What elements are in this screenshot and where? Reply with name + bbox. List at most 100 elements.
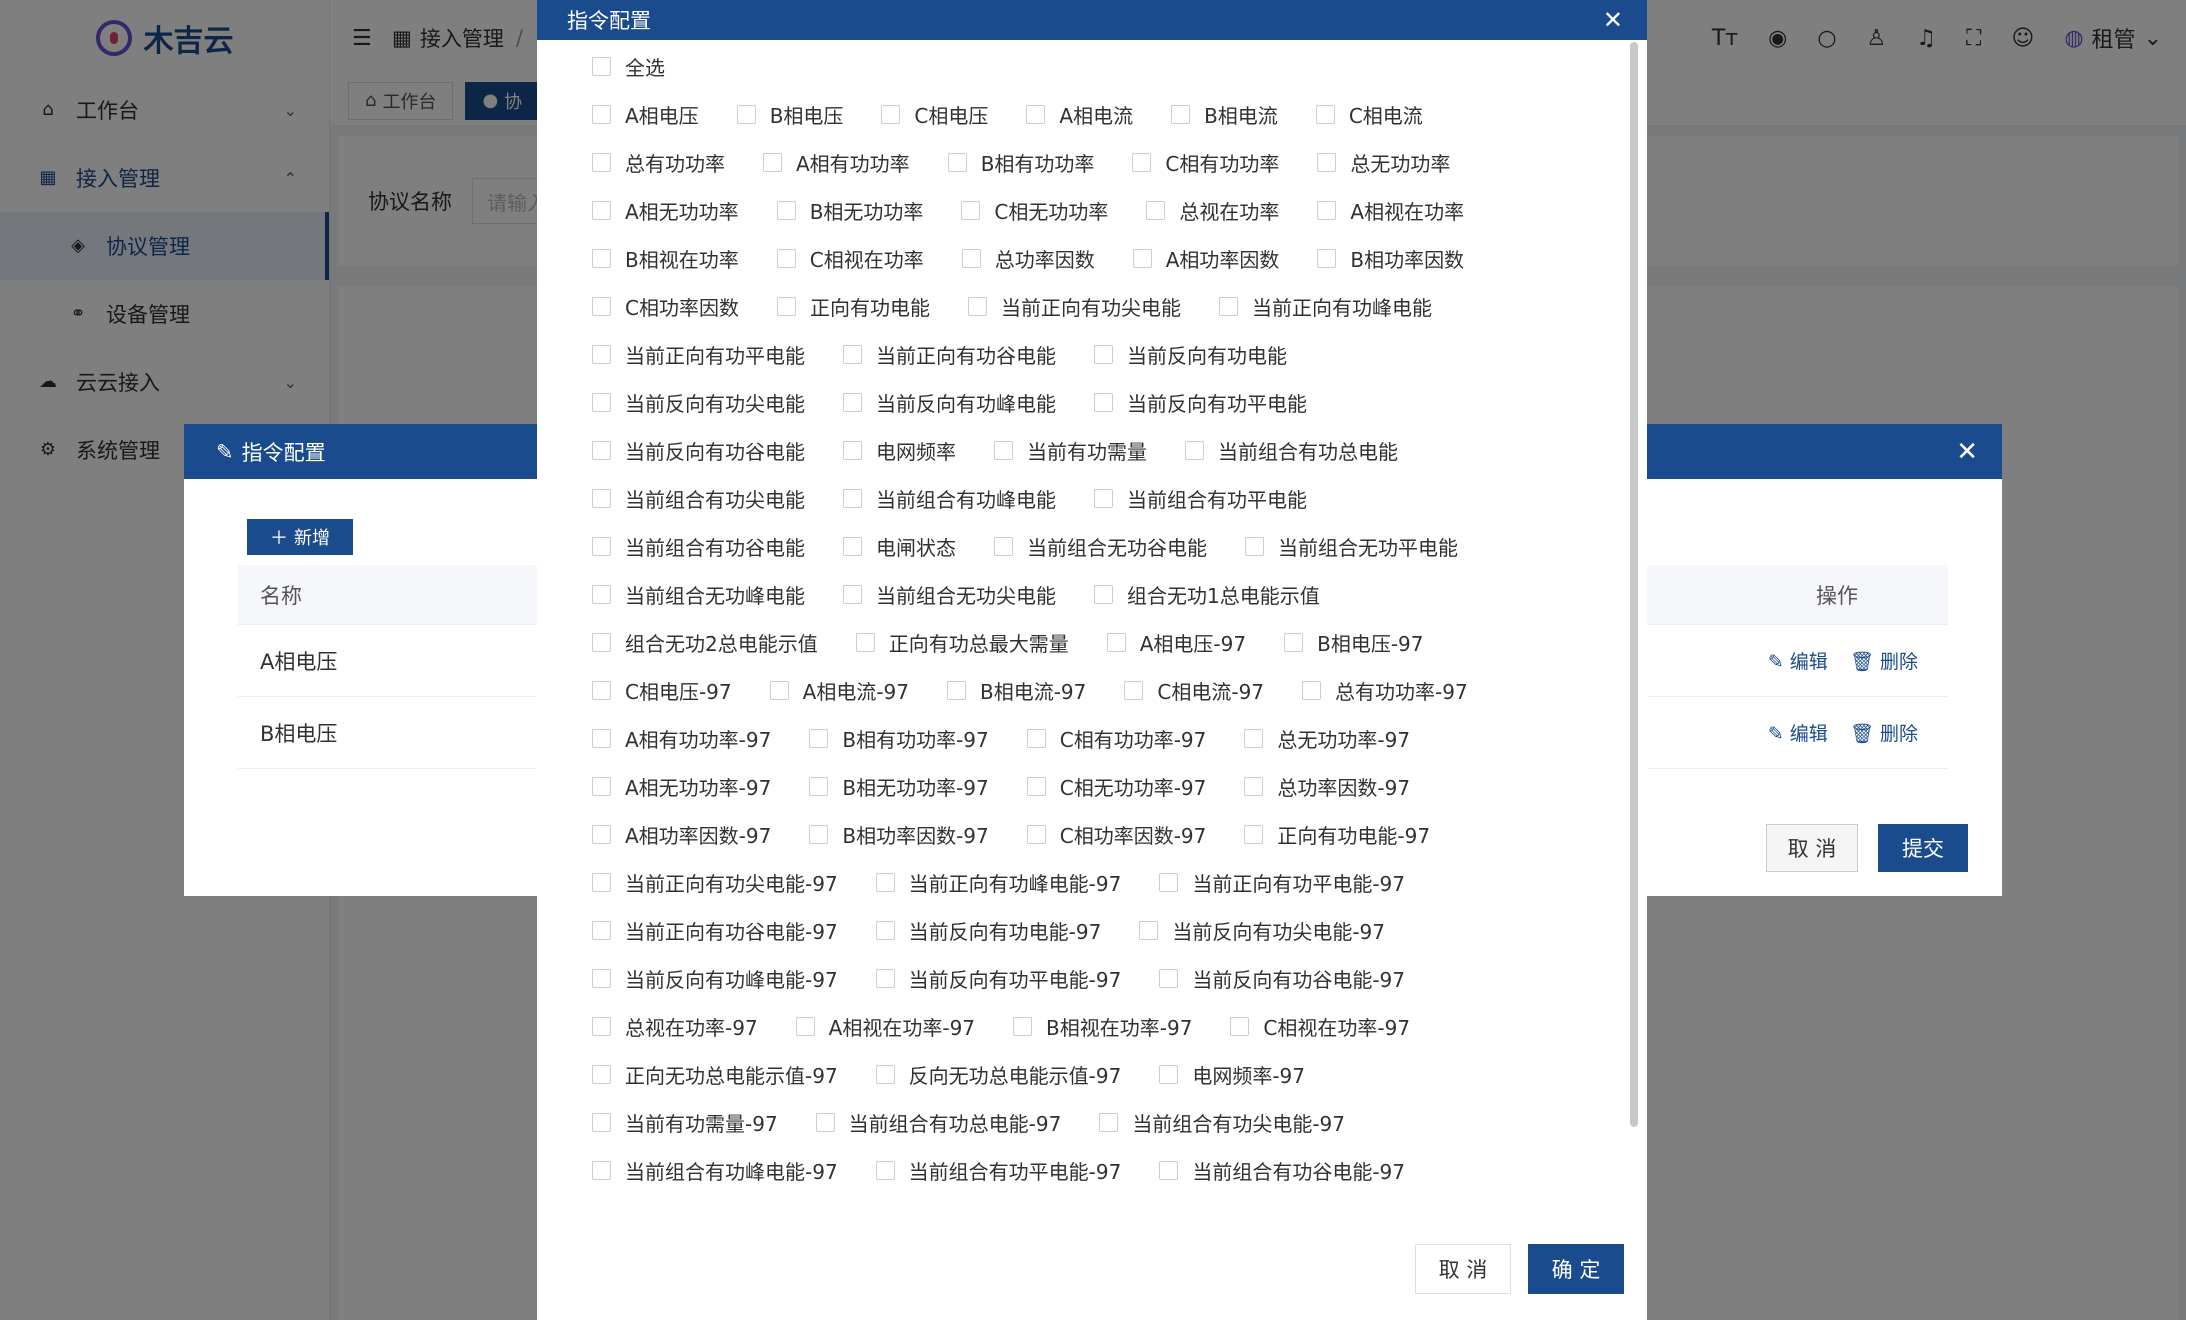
checkbox-box[interactable] <box>967 296 987 316</box>
checkbox-box[interactable] <box>1026 728 1046 748</box>
select-all-checkbox[interactable]: 全选 <box>592 52 665 81</box>
command-checkbox[interactable]: C相电压 <box>881 100 988 129</box>
checkbox-box[interactable] <box>947 680 966 700</box>
checkbox-box[interactable] <box>1124 680 1144 700</box>
checkbox-box[interactable] <box>1159 1064 1179 1084</box>
checkbox-box[interactable] <box>592 776 611 796</box>
checkbox-box[interactable] <box>1284 632 1304 652</box>
scrollbar[interactable] <box>1629 42 1639 1232</box>
command-checkbox[interactable]: 当前组合有功峰电能-97 <box>592 1156 838 1185</box>
command-checkbox[interactable]: 当前组合有功谷电能 <box>592 532 805 561</box>
checkbox-box[interactable] <box>843 488 862 508</box>
checkbox-box[interactable] <box>1244 728 1264 748</box>
checkbox-box[interactable] <box>1094 488 1113 508</box>
command-checkbox[interactable]: A相有功功率-97 <box>592 724 771 753</box>
checkbox-box[interactable] <box>809 728 829 748</box>
submit-button[interactable]: 提交 <box>1878 824 1968 872</box>
checkbox-box[interactable] <box>592 200 611 220</box>
command-checkbox[interactable]: 当前正向有功平电能 <box>592 340 805 369</box>
command-checkbox[interactable]: 电网频率 <box>843 436 956 465</box>
command-checkbox[interactable]: 电闸状态 <box>843 532 956 561</box>
command-checkbox[interactable]: 总功率因数-97 <box>1244 772 1410 801</box>
checkbox-box[interactable] <box>592 824 611 844</box>
command-checkbox[interactable]: C相电压-97 <box>592 676 732 705</box>
checkbox-box[interactable] <box>1094 584 1113 604</box>
checkbox-box[interactable] <box>592 248 611 268</box>
scrollbar-thumb[interactable] <box>1630 42 1638 1127</box>
checkbox-box[interactable] <box>1094 392 1113 412</box>
command-checkbox[interactable]: 当前正向有功峰电能-97 <box>875 868 1121 897</box>
checkbox-box[interactable] <box>855 632 875 652</box>
command-checkbox[interactable]: B相视在功率 <box>592 244 739 273</box>
checkbox-box[interactable] <box>843 536 862 556</box>
checkbox-box[interactable] <box>994 440 1013 460</box>
checkbox-box[interactable] <box>1094 344 1113 364</box>
command-checkbox[interactable]: 正向有功总最大需量 <box>855 628 1069 657</box>
checkbox-box[interactable] <box>1230 1016 1250 1036</box>
checkbox-box[interactable] <box>1245 536 1264 556</box>
command-checkbox[interactable]: 当前反向有功尖电能-97 <box>1139 916 1385 945</box>
command-checkbox[interactable]: 当前组合有功尖电能 <box>592 484 805 513</box>
command-checkbox[interactable]: A相功率因数-97 <box>592 820 771 849</box>
checkbox-box[interactable] <box>1171 104 1191 124</box>
command-checkbox[interactable]: B相电流-97 <box>947 676 1086 705</box>
command-checkbox[interactable]: C相电流 <box>1315 100 1423 129</box>
checkbox-box[interactable] <box>961 200 981 220</box>
command-checkbox[interactable]: A相电流 <box>1026 100 1133 129</box>
checkbox-box[interactable] <box>809 824 829 844</box>
cancel-button[interactable]: 取 消 <box>1766 824 1858 872</box>
command-checkbox[interactable]: A相电流-97 <box>769 676 909 705</box>
command-checkbox[interactable]: 当前正向有功尖电能 <box>967 292 1181 321</box>
command-checkbox[interactable]: C相视在功率-97 <box>1230 1012 1410 1041</box>
checkbox-box[interactable] <box>1159 968 1179 988</box>
command-checkbox[interactable]: B相无功功率 <box>776 196 923 225</box>
command-checkbox[interactable]: C相功率因数 <box>592 292 739 321</box>
checkbox-box[interactable] <box>592 680 611 700</box>
command-checkbox[interactable]: 当前反向有功峰电能-97 <box>592 964 838 993</box>
checkbox-box[interactable] <box>1317 200 1337 220</box>
checkbox-box[interactable] <box>592 1064 611 1084</box>
checkbox-box[interactable] <box>592 104 611 124</box>
command-checkbox[interactable]: B相电流 <box>1171 100 1278 129</box>
command-checkbox[interactable]: 当前正向有功谷电能 <box>843 340 1056 369</box>
checkbox-box[interactable] <box>592 920 611 940</box>
command-checkbox[interactable]: 当前组合有功总电能 <box>1185 436 1398 465</box>
command-checkbox[interactable]: 当前正向有功尖电能-97 <box>592 868 838 897</box>
command-checkbox[interactable]: B相功率因数 <box>1317 244 1464 273</box>
checkbox-box[interactable] <box>1026 104 1046 124</box>
delete-button[interactable]: 🗑 删除 <box>1850 647 1918 674</box>
checkbox-box[interactable] <box>776 296 796 316</box>
checkbox-box[interactable] <box>763 152 782 172</box>
checkbox-box[interactable] <box>736 104 756 124</box>
checkbox-box[interactable] <box>947 152 967 172</box>
checkbox-box[interactable] <box>1159 872 1179 892</box>
checkbox-box[interactable] <box>994 536 1013 556</box>
checkbox-box[interactable] <box>875 872 895 892</box>
checkbox-box[interactable] <box>592 584 611 604</box>
command-checkbox[interactable]: C相有功功率-97 <box>1026 724 1206 753</box>
command-checkbox[interactable]: B相有功功率-97 <box>809 724 989 753</box>
checkbox-box[interactable] <box>592 344 611 364</box>
checkbox-box[interactable] <box>1099 1112 1119 1132</box>
command-checkbox[interactable]: C相有功功率 <box>1132 148 1279 177</box>
checkbox-box[interactable] <box>592 1016 611 1036</box>
command-checkbox[interactable]: 当前组合无功尖电能 <box>843 580 1056 609</box>
command-checkbox[interactable]: 总视在功率 <box>1146 196 1279 225</box>
checkbox-box[interactable] <box>1026 776 1046 796</box>
checkbox-box[interactable] <box>1185 440 1204 460</box>
command-checkbox[interactable]: 正向有功电能-97 <box>1244 820 1430 849</box>
delete-button[interactable]: 🗑 删除 <box>1850 719 1918 746</box>
checkbox-box[interactable] <box>843 392 862 412</box>
command-checkbox[interactable]: 当前反向有功峰电能 <box>843 388 1056 417</box>
command-checkbox[interactable]: 总无功功率-97 <box>1244 724 1410 753</box>
command-checkbox[interactable]: 当前正向有功平电能-97 <box>1159 868 1405 897</box>
command-checkbox[interactable]: 当前反向有功平电能-97 <box>875 964 1121 993</box>
command-checkbox[interactable]: 当前组合有功总电能-97 <box>815 1108 1061 1137</box>
checkbox-box[interactable] <box>592 872 611 892</box>
checkbox-box[interactable] <box>592 296 611 316</box>
command-checkbox[interactable]: 总有功功率-97 <box>1302 676 1468 705</box>
checkbox-box[interactable] <box>592 1160 611 1180</box>
checkbox-box[interactable] <box>815 1112 835 1132</box>
command-checkbox[interactable]: 当前组合有功尖电能-97 <box>1099 1108 1345 1137</box>
command-checkbox[interactable]: B相电压 <box>736 100 843 129</box>
